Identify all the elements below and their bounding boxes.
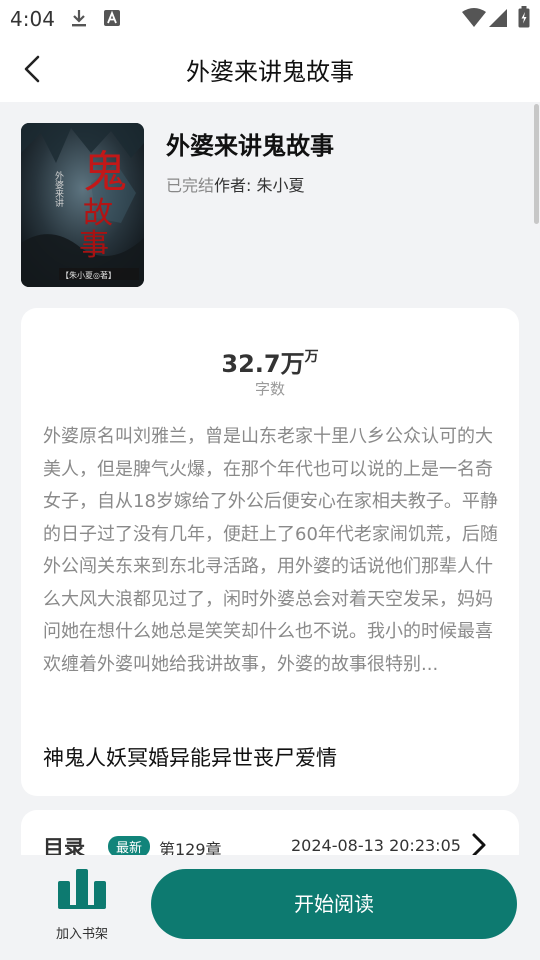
- word-count: 32.7万万: [21, 344, 519, 379]
- cover-char-gu: 故: [83, 196, 113, 231]
- add-to-shelf-button[interactable]: 加入书架: [50, 867, 114, 942]
- book-description[interactable]: 外婆原名叫刘雅兰，曾是山东老家十里八乡公众认可的大美人，但是脾气火爆，在那个年代…: [43, 421, 499, 681]
- page-title: 外婆来讲鬼故事: [186, 58, 354, 86]
- start-reading-button[interactable]: 开始阅读: [151, 869, 517, 939]
- cover-side-text: 外婆来讲: [53, 170, 64, 208]
- download-icon: [70, 8, 88, 32]
- book-meta: 已完结作者: 朱小夏: [166, 172, 305, 196]
- a-notification-icon: [104, 10, 120, 30]
- add-to-shelf-label: 加入书架: [55, 927, 108, 942]
- bookshelf-icon: [58, 869, 106, 909]
- word-count-label: 字数: [254, 380, 285, 398]
- status-bar: 4:04: [0, 0, 540, 36]
- intro-card: 32.7万万 字数 外婆原名叫刘雅兰，曾是山东老家十里八乡公众认可的大美人，但是…: [21, 308, 519, 796]
- signal-icon: [488, 8, 508, 32]
- book-cover[interactable]: 鬼 故 事 外婆来讲 【朱小夏◎著】: [21, 123, 144, 287]
- word-count-unit: 万: [304, 349, 319, 365]
- battery-icon: [518, 6, 530, 32]
- word-count-value: 32.7万: [221, 350, 305, 378]
- bottom-bar: 加入书架 开始阅读: [0, 855, 540, 960]
- new-badge: 最新: [108, 836, 151, 857]
- author-name[interactable]: 作者: 朱小夏: [214, 176, 304, 195]
- book-title: 外婆来讲鬼故事: [166, 132, 334, 160]
- book-tags: 神鬼人妖冥婚异能异世丧尸爱情: [43, 746, 337, 770]
- scrollbar[interactable]: [534, 104, 539, 224]
- status-time: 4:04: [10, 7, 55, 31]
- cover-author-strip: 【朱小夏◎著】: [61, 270, 116, 280]
- completion-status: 已完结: [166, 176, 215, 195]
- wifi-icon: [462, 8, 486, 32]
- update-time: 2024-08-13 20:23:05: [291, 836, 461, 855]
- cover-char-shi: 事: [79, 228, 109, 263]
- cover-char-gui: 鬼: [83, 147, 127, 198]
- app-bar: 外婆来讲鬼故事: [0, 36, 540, 102]
